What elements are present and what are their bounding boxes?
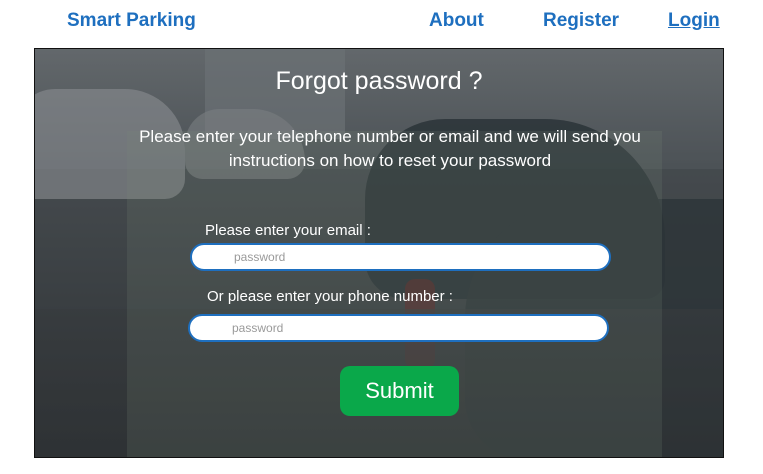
- nav-link-register[interactable]: Register: [543, 10, 619, 32]
- phone-field[interactable]: [188, 314, 609, 342]
- nav-link-about[interactable]: About: [429, 10, 484, 32]
- submit-button[interactable]: Submit: [340, 366, 459, 416]
- nav-link-login[interactable]: Login: [668, 10, 720, 32]
- email-field[interactable]: [190, 243, 611, 271]
- phone-field-label: Or please enter your phone number :: [207, 288, 453, 305]
- email-field-label: Please enter your email :: [205, 222, 371, 239]
- brand-logo-text: Smart Parking: [67, 10, 196, 31]
- instructions-text: Please enter your telephone number or em…: [139, 127, 641, 170]
- page-title: Forgot password ?: [275, 67, 483, 95]
- hero-background-image: Forgot password ? Please enter your tele…: [34, 48, 724, 458]
